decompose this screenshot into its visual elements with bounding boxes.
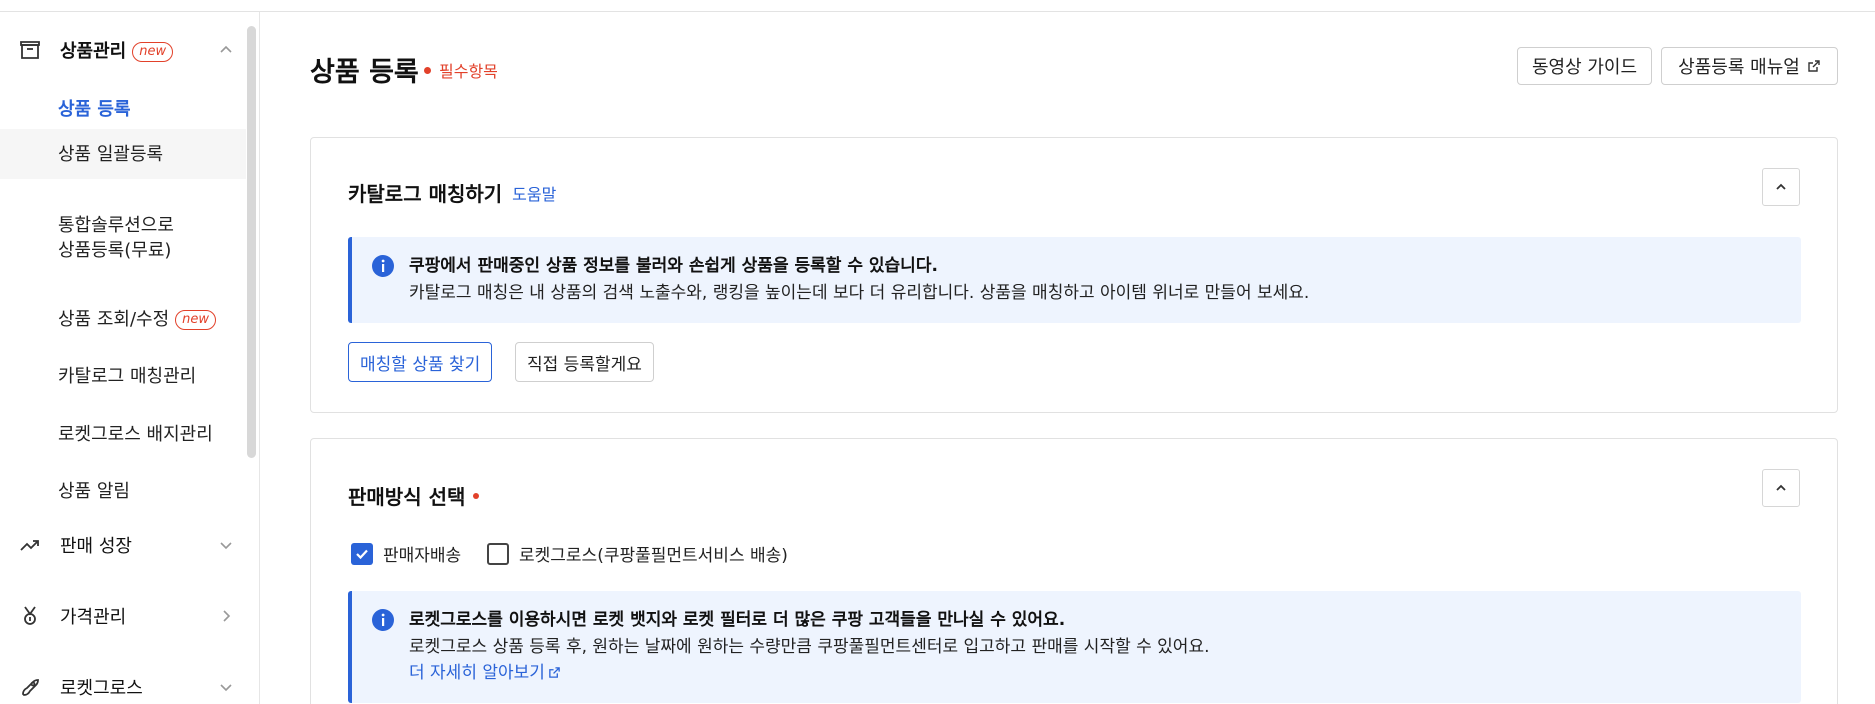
sidebar-group-sales-growth[interactable]: 판매 성장 — [0, 525, 246, 565]
medal-icon — [24, 606, 36, 625]
sidebar-scrollbar[interactable] — [247, 26, 256, 458]
top-divider — [0, 0, 1875, 12]
required-dot — [473, 492, 480, 499]
sidebar-item-rocket-badge[interactable]: 로켓그로스 배지관리 — [0, 422, 246, 447]
seller-delivery-label: 판매자배송 — [383, 546, 462, 566]
sales-method-card: 판매방식 선택 판매자배송 로켓그로스(쿠팡풀필먼트서비스 배송) 로켓그로스를… — [310, 438, 1838, 704]
chevron-right-icon — [223, 610, 231, 622]
help-link[interactable]: 도움말 — [512, 181, 556, 205]
sidebar-group-label: 로켓그로스 — [60, 678, 143, 699]
sidebar-item-label-line1: 통합솔루션으로 — [58, 215, 174, 236]
catalog-info-bold: 쿠팡에서 판매중인 상품 정보를 불러와 손쉽게 상품을 등록할 수 있습니다. — [409, 256, 938, 276]
sidebar-group-label: 상품관리 new — [60, 37, 174, 63]
sidebar-item-product-register[interactable]: 상품 등록 — [0, 97, 246, 122]
catalog-title-label: 카탈로그 매칭하기 — [348, 182, 503, 206]
learn-more-link[interactable]: 더 자세히 알아보기 — [409, 658, 561, 683]
sidebar-item-integrated-solution[interactable]: 통합솔루션으로 상품등록(무료) — [0, 213, 246, 263]
external-link-icon — [1808, 60, 1820, 72]
chevron-up-icon — [1776, 484, 1786, 491]
collapse-button[interactable] — [1762, 168, 1800, 206]
box-icon — [20, 41, 40, 59]
sidebar-group-product-mgmt[interactable]: 상품관리 new — [0, 30, 246, 70]
learn-more-label: 더 자세히 알아보기 — [409, 663, 545, 683]
new-badge: new — [175, 309, 217, 330]
rocket-growth-label: 로켓그로스(쿠팡풀필먼트서비스 배송) — [519, 546, 788, 566]
new-badge: new — [132, 42, 174, 62]
info-icon — [372, 255, 394, 277]
sidebar-item-label-line2: 상품등록(무료) — [58, 240, 172, 261]
external-link-icon — [549, 667, 560, 678]
sidebar: 상품관리 new 상품 등록 상품 일괄등록 통합솔루션으로 상품등록(무료) 상… — [0, 12, 260, 704]
sidebar-group-price-mgmt[interactable]: 가격관리 — [0, 596, 246, 636]
sidebar-item-bulk-register[interactable]: 상품 일괄등록 — [0, 129, 246, 179]
rocket-info-bold: 로켓그로스를 이용하시면 로켓 뱃지와 로켓 필터로 더 많은 쿠팡 고객들을 … — [409, 610, 1066, 630]
sidebar-group-label: 가격관리 — [60, 607, 127, 628]
sales-method-title-label: 판매방식 선택 — [348, 485, 466, 509]
chevron-up-icon — [1776, 183, 1786, 190]
required-dot — [424, 66, 431, 74]
sidebar-item-catalog-matching[interactable]: 카탈로그 매칭관리 — [0, 364, 246, 389]
sidebar-group-label: 판매 성장 — [60, 536, 132, 557]
rocket-info-box: 로켓그로스를 이용하시면 로켓 뱃지와 로켓 필터로 더 많은 쿠팡 고객들을 … — [348, 591, 1801, 703]
sidebar-item-product-alert[interactable]: 상품 알림 — [0, 479, 246, 504]
manual-button[interactable]: 상품등록 매뉴얼 — [1661, 47, 1838, 85]
checkbox-checked[interactable] — [351, 542, 373, 565]
required-note-label: 필수항목 — [439, 62, 498, 81]
info-icon — [372, 609, 394, 631]
sidebar-item-product-search[interactable]: 상품 조회/수정 new — [0, 307, 246, 332]
sales-method-card-title: 판매방식 선택 — [348, 481, 480, 510]
seller-delivery-checkbox[interactable]: 판매자배송 — [351, 541, 461, 566]
collapse-button[interactable] — [1762, 469, 1800, 507]
trend-up-icon — [20, 540, 39, 551]
chevron-up-icon — [220, 45, 232, 53]
find-matching-product-button[interactable]: 매칭할 상품 찾기 — [348, 342, 493, 382]
required-note: 필수항목 — [424, 58, 498, 82]
catalog-info-box: 쿠팡에서 판매중인 상품 정보를 불러와 손쉽게 상품을 등록할 수 있습니다.… — [348, 237, 1801, 323]
direct-register-button[interactable]: 직접 등록할게요 — [515, 342, 654, 382]
chevron-down-icon — [220, 684, 232, 692]
sidebar-group-rocket-growth[interactable]: 로켓그로스 — [0, 667, 246, 704]
video-guide-button[interactable]: 동영상 가이드 — [1517, 47, 1652, 85]
rocket-growth-checkbox[interactable]: 로켓그로스(쿠팡풀필먼트서비스 배송) — [487, 541, 788, 566]
page-title: 상품 등록 — [310, 57, 419, 88]
check-icon — [356, 549, 368, 559]
rocket-info-text: 로켓그로스 상품 등록 후, 원하는 날짜에 원하는 수량만큼 쿠팡풀필먼트센터… — [409, 637, 1210, 657]
catalog-matching-card: 카탈로그 매칭하기 도움말 쿠팡에서 판매중인 상품 정보를 불러와 손쉽게 상… — [310, 137, 1838, 413]
checkbox-unchecked[interactable] — [487, 542, 509, 565]
chevron-down-icon — [220, 542, 232, 550]
catalog-card-title: 카탈로그 매칭하기 도움말 — [348, 178, 556, 207]
catalog-info-text: 카탈로그 매칭은 내 상품의 검색 노출수와, 랭킹을 높이는데 보다 더 유리… — [409, 283, 1310, 303]
sidebar-item-label: 상품 조회/수정 — [58, 309, 170, 330]
rocket-icon — [22, 679, 39, 696]
manual-label: 상품등록 매뉴얼 — [1678, 57, 1800, 78]
